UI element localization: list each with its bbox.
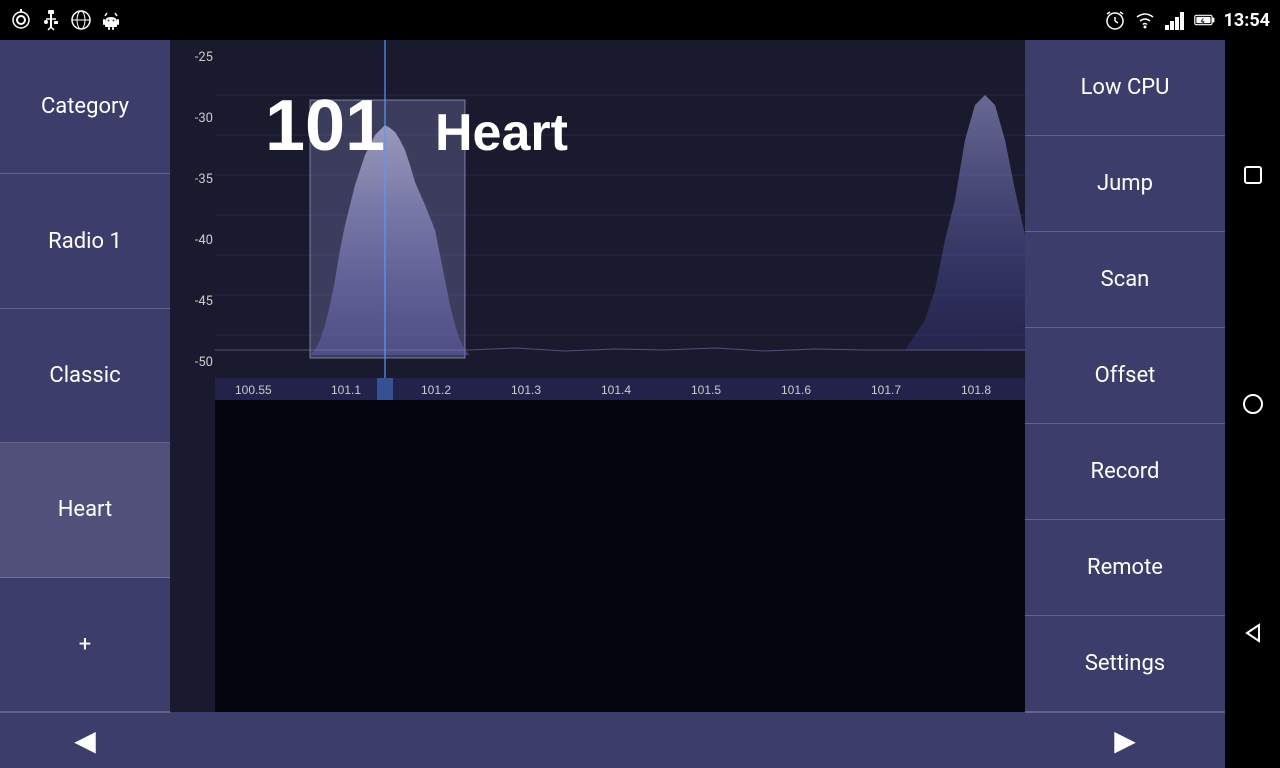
sidebar-item-classic[interactable]: Classic xyxy=(0,309,170,443)
frequency-ruler: 100.55 101.1 101.2 101.3 101.4 101.5 101… xyxy=(215,378,1025,400)
alarm-icon xyxy=(1104,9,1126,31)
y-label-2: -30 xyxy=(172,111,213,126)
svg-text:101: 101 xyxy=(265,86,385,166)
record-button[interactable]: Record xyxy=(1025,424,1225,520)
sidebar: Category Radio 1 Classic Heart + ◀ xyxy=(0,40,170,768)
right-bottom-nav: ▶ xyxy=(1025,712,1225,768)
status-bar: 13:54 xyxy=(0,0,1280,40)
svg-text:Heart: Heart xyxy=(435,104,568,162)
usb-icon xyxy=(40,9,62,31)
sidebar-item-heart[interactable]: Heart xyxy=(0,443,170,577)
scan-button[interactable]: Scan xyxy=(1025,232,1225,328)
globe-icon xyxy=(70,9,92,31)
y-axis: -25 -30 -35 -40 -45 -50 xyxy=(170,40,215,380)
offset-button[interactable]: Offset xyxy=(1025,328,1225,424)
low-cpu-button[interactable]: Low CPU xyxy=(1025,40,1225,136)
y-label-6: -50 xyxy=(172,355,213,370)
svg-text:101.1: 101.1 xyxy=(331,383,361,397)
svg-text:101.5: 101.5 xyxy=(691,383,721,397)
waterfall-display xyxy=(215,400,1025,712)
jump-button[interactable]: Jump xyxy=(1025,136,1225,232)
svg-text:101.4: 101.4 xyxy=(601,383,631,397)
antenna-icon xyxy=(10,9,32,31)
spectrum-bottom-nav xyxy=(170,712,1025,768)
spectrum-graph: 101 Heart xyxy=(215,40,1025,380)
svg-text:101.2: 101.2 xyxy=(421,383,451,397)
sidebar-bottom: ◀ xyxy=(0,712,170,768)
android-icon xyxy=(100,9,122,31)
y-label-5: -45 xyxy=(172,294,213,309)
right-panel: Low CPU Jump Scan Offset Record Remote S… xyxy=(1025,40,1225,768)
remote-button[interactable]: Remote xyxy=(1025,520,1225,616)
back-button[interactable] xyxy=(1233,613,1273,653)
spectrum-area: -25 -30 -35 -40 -45 -50 xyxy=(170,40,1025,768)
system-nav-bar xyxy=(1225,40,1280,768)
right-forward-button[interactable]: ▶ xyxy=(1114,724,1136,757)
sidebar-item-radio1[interactable]: Radio 1 xyxy=(0,174,170,308)
status-icons-left xyxy=(10,9,122,31)
sidebar-item-category[interactable]: Category xyxy=(0,40,170,174)
y-label-3: -35 xyxy=(172,172,213,187)
svg-text:100.55: 100.55 xyxy=(235,383,272,397)
status-time: 13:54 xyxy=(1224,10,1270,31)
settings-button[interactable]: Settings xyxy=(1025,616,1225,712)
sidebar-item-add[interactable]: + xyxy=(0,578,170,712)
svg-text:101.6: 101.6 xyxy=(781,383,811,397)
svg-text:101.8: 101.8 xyxy=(961,383,991,397)
wifi-icon xyxy=(1134,9,1156,31)
battery-icon xyxy=(1194,9,1216,31)
status-icons-right: 13:54 xyxy=(1104,9,1270,31)
y-label-1: -25 xyxy=(172,50,213,65)
svg-text:101.3: 101.3 xyxy=(511,383,541,397)
recent-apps-button[interactable] xyxy=(1233,155,1273,195)
y-label-4: -40 xyxy=(172,233,213,248)
svg-text:101.7: 101.7 xyxy=(871,383,901,397)
home-button[interactable] xyxy=(1233,384,1273,424)
main-layout: Category Radio 1 Classic Heart + ◀ -25 -… xyxy=(0,40,1280,768)
sidebar-back-button[interactable]: ◀ xyxy=(0,713,170,768)
signal-icon xyxy=(1164,9,1186,31)
